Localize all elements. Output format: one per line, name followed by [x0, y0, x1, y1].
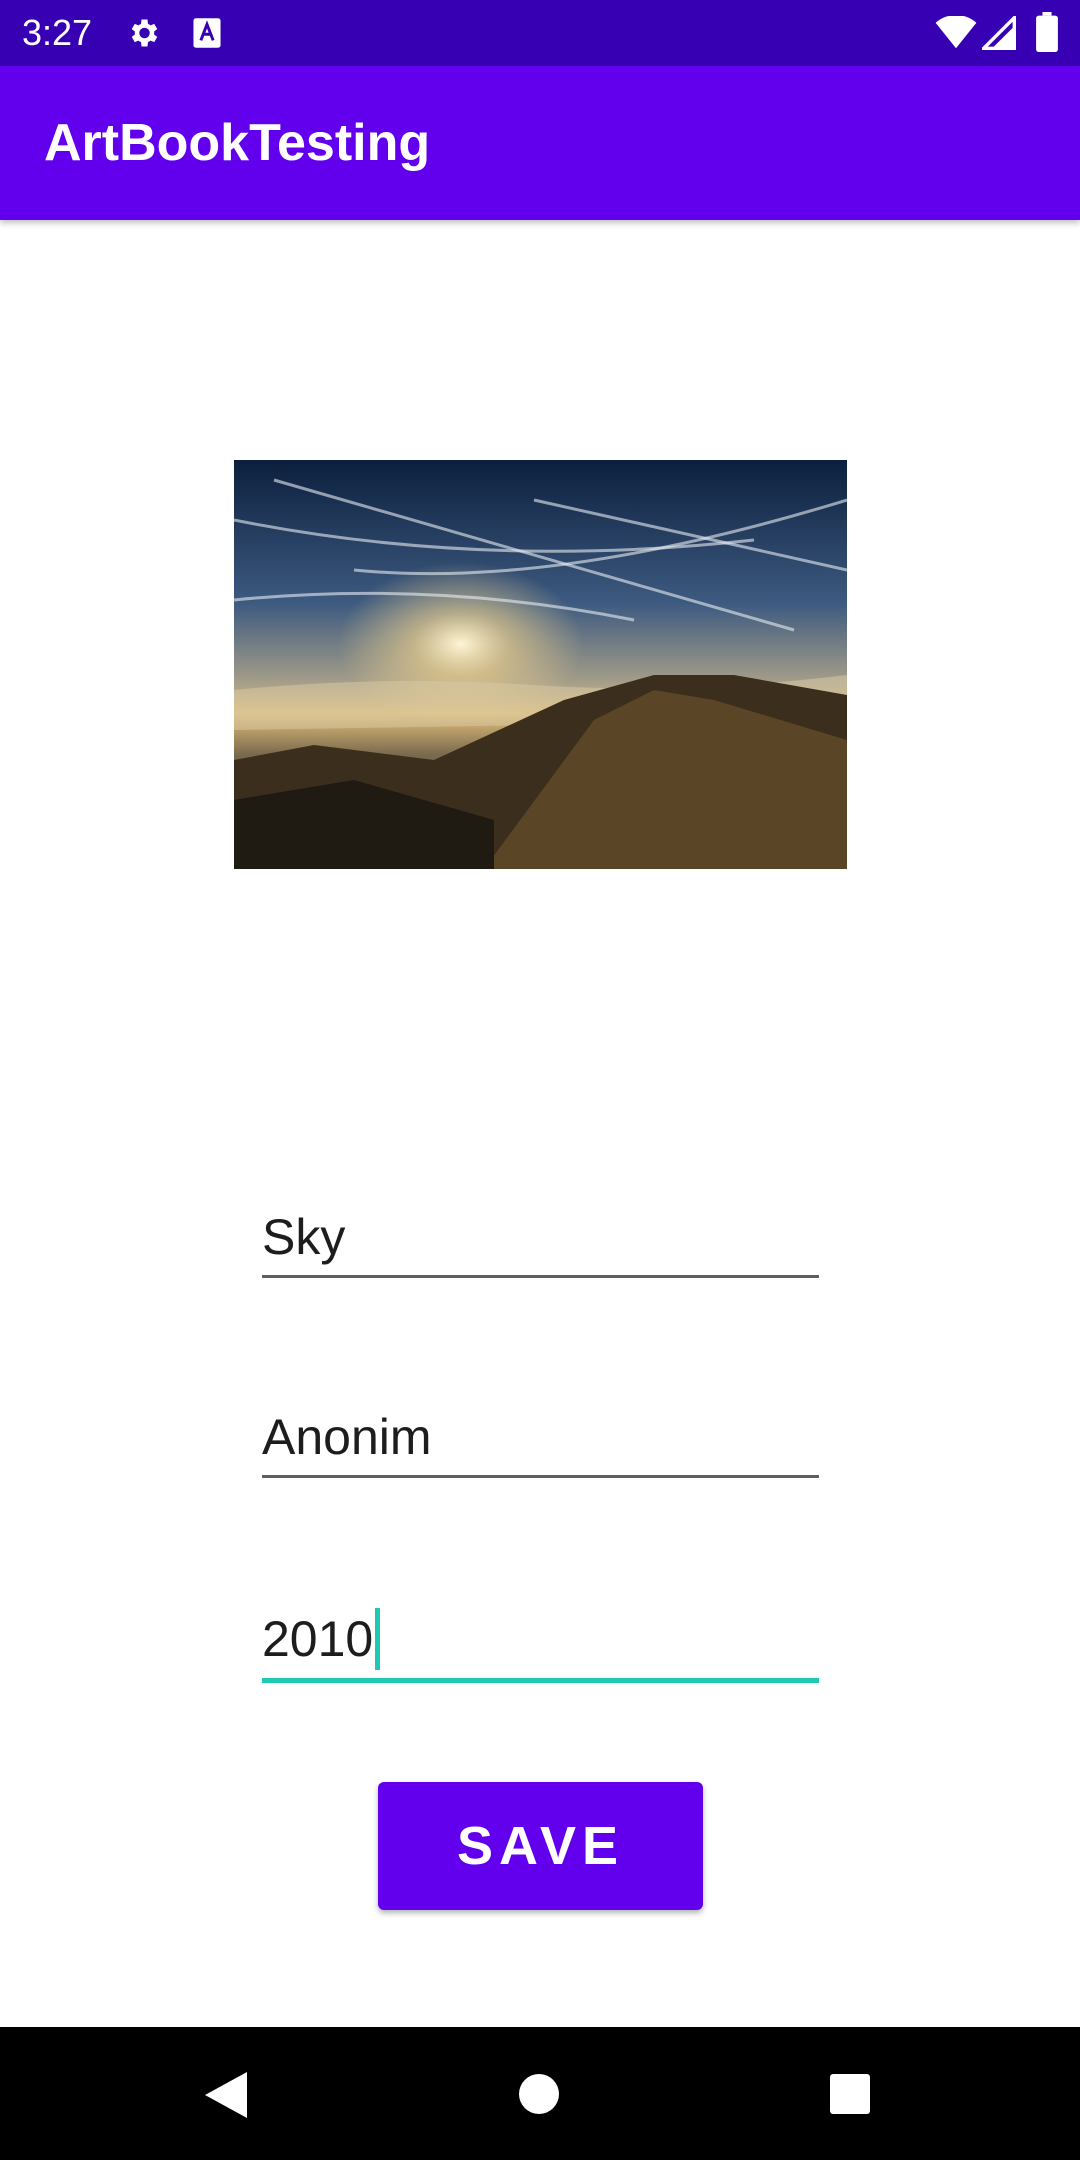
art-name-field[interactable]: Sky — [262, 1195, 819, 1278]
status-bar: 3:27 — [0, 0, 1080, 66]
year-value: 2010 — [262, 1611, 374, 1667]
artist-name-value: Anonim — [262, 1409, 432, 1465]
text-cursor — [375, 1608, 381, 1670]
signal-icon — [982, 16, 1016, 50]
artist-name-field[interactable]: Anonim — [262, 1395, 819, 1478]
app-bar: ArtBookTesting — [0, 66, 1080, 220]
sky-over-mountain-image[interactable] — [234, 460, 847, 869]
home-icon[interactable] — [518, 2073, 560, 2115]
year-field[interactable]: 2010 — [262, 1598, 819, 1683]
gear-icon — [131, 19, 158, 47]
navigation-bar — [0, 2027, 1080, 2160]
recents-icon[interactable] — [829, 2073, 871, 2115]
back-icon[interactable] — [203, 2070, 249, 2120]
wifi-icon — [935, 16, 977, 49]
art-name-value: Sky — [262, 1209, 346, 1265]
save-button[interactable]: SAVE — [378, 1782, 703, 1910]
battery-icon — [1036, 12, 1058, 52]
status-time: 3:27 — [22, 12, 93, 53]
year-field-content: 2010 — [262, 1608, 381, 1670]
app-title: ArtBookTesting — [44, 114, 431, 172]
a-icon — [193, 18, 221, 48]
